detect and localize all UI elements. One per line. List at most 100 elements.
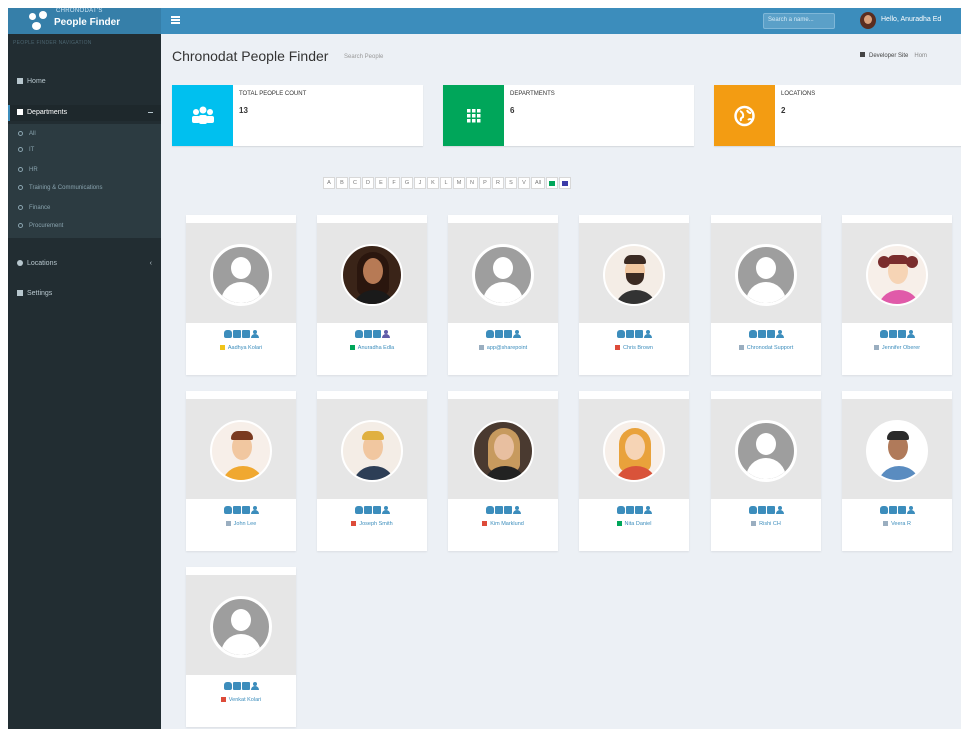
chat-icon[interactable] bbox=[241, 506, 250, 514]
avatar[interactable] bbox=[603, 420, 665, 482]
submenu-item-it[interactable]: IT bbox=[18, 144, 34, 156]
avatar[interactable] bbox=[210, 596, 272, 658]
chat-icon[interactable] bbox=[634, 330, 643, 338]
person-card[interactable]: Kim Marklund bbox=[448, 391, 558, 551]
chat-icon[interactable] bbox=[766, 330, 775, 338]
phone-icon[interactable] bbox=[354, 330, 363, 338]
letter-filter-a[interactable]: A bbox=[323, 177, 335, 189]
chat-icon[interactable] bbox=[766, 506, 775, 514]
email-icon[interactable] bbox=[232, 506, 241, 514]
submenu-item-hr[interactable]: HR bbox=[18, 164, 38, 176]
avatar[interactable] bbox=[341, 244, 403, 306]
email-icon[interactable] bbox=[625, 506, 634, 514]
phone-icon[interactable] bbox=[485, 330, 494, 338]
chat-icon[interactable] bbox=[897, 330, 906, 338]
letter-filter-k[interactable]: K bbox=[427, 177, 439, 189]
app-logo[interactable]: CHRONODAT'S People Finder bbox=[8, 8, 161, 34]
submenu-item-procurement[interactable]: Procurement bbox=[18, 220, 63, 232]
list-view-icon[interactable] bbox=[559, 177, 571, 189]
phone-icon[interactable] bbox=[223, 506, 232, 514]
letter-filter-m[interactable]: M bbox=[453, 177, 465, 189]
person-card[interactable]: Rishi CH bbox=[711, 391, 821, 551]
profile-icon[interactable] bbox=[643, 506, 652, 514]
letter-filter-c[interactable]: C bbox=[349, 177, 361, 189]
person-card[interactable]: Chris Brown bbox=[579, 215, 689, 375]
phone-icon[interactable] bbox=[748, 506, 757, 514]
chat-icon[interactable] bbox=[372, 330, 381, 338]
breadcrumb-link[interactable]: Developer Site bbox=[869, 53, 908, 59]
profile-icon[interactable] bbox=[643, 330, 652, 338]
letter-filter-p[interactable]: P bbox=[479, 177, 491, 189]
avatar[interactable] bbox=[603, 244, 665, 306]
chat-icon[interactable] bbox=[372, 506, 381, 514]
avatar[interactable] bbox=[210, 244, 272, 306]
person-name-row[interactable]: Nita Daniel bbox=[579, 521, 689, 527]
person-name-row[interactable]: Chronodat Support bbox=[711, 345, 821, 351]
letter-filter-v[interactable]: V bbox=[518, 177, 530, 189]
phone-icon[interactable] bbox=[223, 330, 232, 338]
chat-icon[interactable] bbox=[897, 506, 906, 514]
email-icon[interactable] bbox=[363, 506, 372, 514]
person-name-row[interactable]: Aadhya Kolari bbox=[186, 345, 296, 351]
email-icon[interactable] bbox=[888, 506, 897, 514]
avatar[interactable] bbox=[472, 244, 534, 306]
chat-icon[interactable] bbox=[241, 682, 250, 690]
chat-icon[interactable] bbox=[503, 506, 512, 514]
person-name-row[interactable]: John Lee bbox=[186, 521, 296, 527]
avatar[interactable] bbox=[472, 420, 534, 482]
email-icon[interactable] bbox=[494, 506, 503, 514]
person-card[interactable]: Joseph Smith bbox=[317, 391, 427, 551]
sidebar-item-locations[interactable]: Locations ‹ bbox=[8, 256, 161, 272]
email-icon[interactable] bbox=[363, 330, 372, 338]
letter-filter-f[interactable]: F bbox=[388, 177, 400, 189]
letter-filter-s[interactable]: S bbox=[505, 177, 517, 189]
person-card[interactable]: Veera R bbox=[842, 391, 952, 551]
sidebar-toggle-icon[interactable] bbox=[171, 16, 180, 24]
chat-icon[interactable] bbox=[634, 506, 643, 514]
person-name-row[interactable]: Venkat Kolari bbox=[186, 697, 296, 703]
profile-icon[interactable] bbox=[250, 330, 259, 338]
profile-icon[interactable] bbox=[250, 506, 259, 514]
person-name-row[interactable]: Chris Brown bbox=[579, 345, 689, 351]
chat-icon[interactable] bbox=[241, 330, 250, 338]
card-view-icon[interactable] bbox=[546, 177, 558, 189]
avatar[interactable] bbox=[735, 420, 797, 482]
profile-icon[interactable] bbox=[906, 330, 915, 338]
person-name-row[interactable]: Joseph Smith bbox=[317, 521, 427, 527]
letter-filter-d[interactable]: D bbox=[362, 177, 374, 189]
person-card[interactable]: Aadhya Kolari bbox=[186, 215, 296, 375]
sidebar-item-settings[interactable]: Settings bbox=[8, 286, 161, 302]
person-name-row[interactable]: Jennifer Oberer bbox=[842, 345, 952, 351]
search-input[interactable]: Search a name... bbox=[763, 13, 835, 29]
letter-filter-g[interactable]: G bbox=[401, 177, 413, 189]
person-name-row[interactable]: Veera R bbox=[842, 521, 952, 527]
avatar[interactable] bbox=[735, 244, 797, 306]
profile-icon[interactable] bbox=[512, 506, 521, 514]
avatar[interactable] bbox=[210, 420, 272, 482]
phone-icon[interactable] bbox=[879, 506, 888, 514]
email-icon[interactable] bbox=[757, 506, 766, 514]
profile-icon[interactable] bbox=[250, 682, 259, 690]
person-card[interactable]: app@sharepoint bbox=[448, 215, 558, 375]
letter-filter-all[interactable]: All bbox=[531, 177, 545, 189]
submenu-item-training[interactable]: Training & Communications bbox=[18, 182, 102, 194]
avatar[interactable] bbox=[866, 244, 928, 306]
sidebar-item-home[interactable]: Home bbox=[8, 74, 161, 90]
phone-icon[interactable] bbox=[354, 506, 363, 514]
letter-filter-e[interactable]: E bbox=[375, 177, 387, 189]
person-card[interactable]: John Lee bbox=[186, 391, 296, 551]
letter-filter-l[interactable]: L bbox=[440, 177, 452, 189]
person-name-row[interactable]: app@sharepoint bbox=[448, 345, 558, 351]
phone-icon[interactable] bbox=[616, 330, 625, 338]
sidebar-item-departments[interactable]: Departments bbox=[8, 105, 161, 121]
person-card[interactable]: Chronodat Support bbox=[711, 215, 821, 375]
phone-icon[interactable] bbox=[616, 506, 625, 514]
user-menu[interactable]: Hello, Anuradha Ed bbox=[846, 8, 961, 34]
phone-icon[interactable] bbox=[223, 682, 232, 690]
profile-icon[interactable] bbox=[906, 506, 915, 514]
email-icon[interactable] bbox=[888, 330, 897, 338]
submenu-item-finance[interactable]: Finance bbox=[18, 202, 50, 214]
email-icon[interactable] bbox=[232, 682, 241, 690]
profile-icon[interactable] bbox=[381, 506, 390, 514]
letter-filter-n[interactable]: N bbox=[466, 177, 478, 189]
